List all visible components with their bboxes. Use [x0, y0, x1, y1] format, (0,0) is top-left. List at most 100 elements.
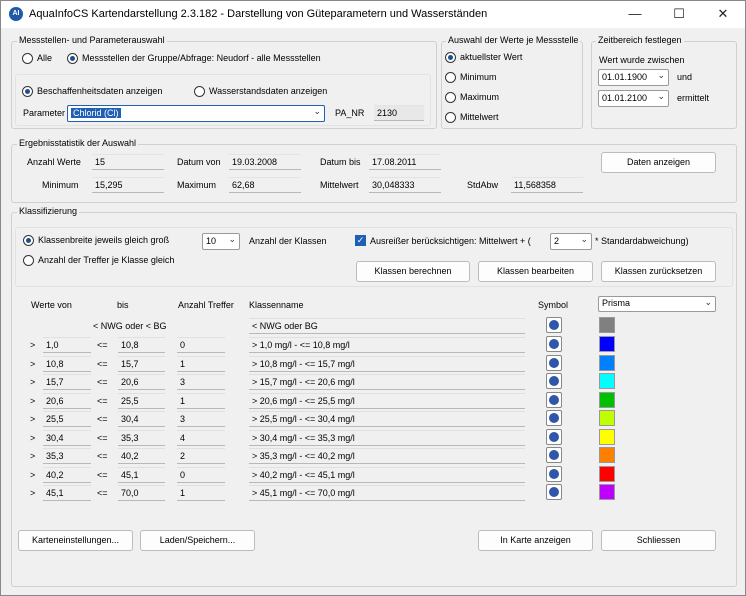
show-data-button[interactable]: Daten anzeigen	[601, 152, 716, 173]
special-row-color-swatch[interactable]	[599, 317, 615, 333]
row-symbol-button[interactable]	[546, 447, 562, 463]
row-to-field[interactable]: 35,3	[118, 430, 165, 446]
row-from-field[interactable]: 25,5	[43, 411, 91, 427]
row-from-field[interactable]: 45,1	[43, 485, 91, 501]
count-label: Anzahl Werte	[27, 157, 81, 167]
close-button[interactable]: Schliessen	[601, 530, 716, 551]
row-le-sign: <=	[97, 359, 108, 369]
radio-equal-count[interactable]	[23, 255, 34, 266]
date-to-select[interactable]: 01.01.2100 ⌄	[598, 90, 669, 107]
parameter-select[interactable]: Chlorid (Cl) ⌄	[67, 105, 325, 122]
row-to-field[interactable]: 45,1	[118, 467, 165, 483]
outlier-factor-select[interactable]: 2 ⌄	[550, 233, 592, 250]
row-gt-sign: >	[30, 414, 36, 424]
row-gt-sign: >	[30, 340, 36, 350]
radio-all-stations[interactable]	[22, 53, 33, 64]
chevron-down-icon: ⌄	[228, 234, 236, 244]
row-from-field[interactable]: 35,3	[43, 448, 91, 464]
row-to-field[interactable]: 20,6	[118, 374, 165, 390]
chevron-down-icon: ⌄	[657, 91, 665, 101]
load-save-button[interactable]: Laden/Speichern...	[140, 530, 255, 551]
row-class-name-field[interactable]: > 25,5 mg/l - <= 30,4 mg/l	[249, 411, 525, 427]
mean-label: Mittelwert	[320, 180, 359, 190]
row-class-name-field[interactable]: > 20,6 mg/l - <= 25,5 mg/l	[249, 393, 525, 409]
radio-equal-width[interactable]	[23, 235, 34, 246]
row-from-field[interactable]: 10,8	[43, 356, 91, 372]
date-from-select[interactable]: 01.01.1900 ⌄	[598, 69, 669, 86]
row-to-field[interactable]: 10,8	[118, 337, 165, 353]
row-gt-sign: >	[30, 433, 36, 443]
row-to-field[interactable]: 70,0	[118, 485, 165, 501]
row-le-sign: <=	[97, 451, 108, 461]
row-symbol-button[interactable]	[546, 429, 562, 445]
radio-water-level-data[interactable]	[194, 86, 205, 97]
row-color-swatch[interactable]	[599, 410, 615, 426]
edit-classes-button[interactable]: Klassen bearbeiten	[478, 261, 593, 282]
date-from-value: 01.01.1900	[602, 72, 648, 82]
minimum-field: 15,295	[92, 177, 164, 193]
row-to-field[interactable]: 15,7	[118, 356, 165, 372]
row-to-field[interactable]: 30,4	[118, 411, 165, 427]
row-from-field[interactable]: 40,2	[43, 467, 91, 483]
title-bar: AI AquaInfoCS Kartendarstellung 2.3.182 …	[1, 1, 745, 28]
close-window-button[interactable]: ✕	[701, 1, 745, 28]
row-to-field[interactable]: 25,5	[118, 393, 165, 409]
station-parameter-group-title: Messstellen- und Parameterauswahl	[17, 35, 167, 45]
show-in-map-button[interactable]: In Karte anzeigen	[478, 530, 593, 551]
radio-mean[interactable]	[445, 112, 456, 123]
row-class-name-field[interactable]: > 30,4 mg/l - <= 35,3 mg/l	[249, 430, 525, 446]
reset-classes-button[interactable]: Klassen zurücksetzen	[601, 261, 716, 282]
radio-quality-data[interactable]	[22, 86, 33, 97]
palette-select[interactable]: Prisma ⌄	[598, 296, 716, 312]
row-color-swatch[interactable]	[599, 447, 615, 463]
row-color-swatch[interactable]	[599, 355, 615, 371]
row-color-swatch[interactable]	[599, 466, 615, 482]
row-le-sign: <=	[97, 470, 108, 480]
row-to-field[interactable]: 40,2	[118, 448, 165, 464]
row-symbol-button[interactable]	[546, 466, 562, 482]
radio-group-stations[interactable]	[67, 53, 78, 64]
row-le-sign: <=	[97, 377, 108, 387]
row-color-swatch[interactable]	[599, 429, 615, 445]
row-symbol-button[interactable]	[546, 392, 562, 408]
row-symbol-button[interactable]	[546, 410, 562, 426]
row-color-swatch[interactable]	[599, 484, 615, 500]
row-from-field[interactable]: 20,6	[43, 393, 91, 409]
maximize-button[interactable]: ☐	[657, 1, 701, 28]
special-row-symbol[interactable]	[546, 317, 562, 333]
row-symbol-button[interactable]	[546, 484, 562, 500]
row-class-name-field[interactable]: > 15,7 mg/l - <= 20,6 mg/l	[249, 374, 525, 390]
row-color-swatch[interactable]	[599, 373, 615, 389]
map-settings-button[interactable]: Karteneinstellungen...	[18, 530, 133, 551]
row-gt-sign: >	[30, 359, 36, 369]
row-symbol-button[interactable]	[546, 355, 562, 371]
value-option-label: aktuellster Wert	[460, 52, 523, 62]
row-symbol-button[interactable]	[546, 373, 562, 389]
class-count-select[interactable]: 10 ⌄	[202, 233, 240, 250]
minimize-button[interactable]: —	[613, 1, 657, 28]
outlier-checkbox[interactable]: ✓	[355, 235, 366, 246]
row-color-swatch[interactable]	[599, 392, 615, 408]
radio-minimum[interactable]	[445, 72, 456, 83]
row-symbol-button[interactable]	[546, 336, 562, 352]
row-from-field[interactable]: 30,4	[43, 430, 91, 446]
row-le-sign: <=	[97, 340, 108, 350]
radio-latest-value[interactable]	[445, 52, 456, 63]
row-from-field[interactable]: 1,0	[43, 337, 91, 353]
parameter-value: Chlorid (Cl)	[71, 108, 121, 118]
row-from-field[interactable]: 15,7	[43, 374, 91, 390]
minimum-label: Minimum	[42, 180, 79, 190]
calculate-classes-button[interactable]: Klassen berechnen	[356, 261, 470, 282]
row-class-name-field[interactable]: > 1,0 mg/l - <= 10,8 mg/l	[249, 337, 525, 353]
special-row-range: < NWG oder < BG	[93, 321, 167, 331]
chevron-down-icon: ⌄	[657, 70, 665, 80]
outlier-label: Ausreißer berücksichtigen: Mittelwert + …	[370, 236, 531, 246]
row-class-name-field[interactable]: > 10,8 mg/l - <= 15,7 mg/l	[249, 356, 525, 372]
row-class-name-field[interactable]: > 45,1 mg/l - <= 70,0 mg/l	[249, 485, 525, 501]
row-class-name-field[interactable]: > 40,2 mg/l - <= 45,1 mg/l	[249, 467, 525, 483]
special-row-name[interactable]: < NWG oder BG	[249, 318, 525, 334]
stddev-field: 11,568358	[511, 177, 583, 193]
row-class-name-field[interactable]: > 35,3 mg/l - <= 40,2 mg/l	[249, 448, 525, 464]
row-color-swatch[interactable]	[599, 336, 615, 352]
radio-maximum[interactable]	[445, 92, 456, 103]
